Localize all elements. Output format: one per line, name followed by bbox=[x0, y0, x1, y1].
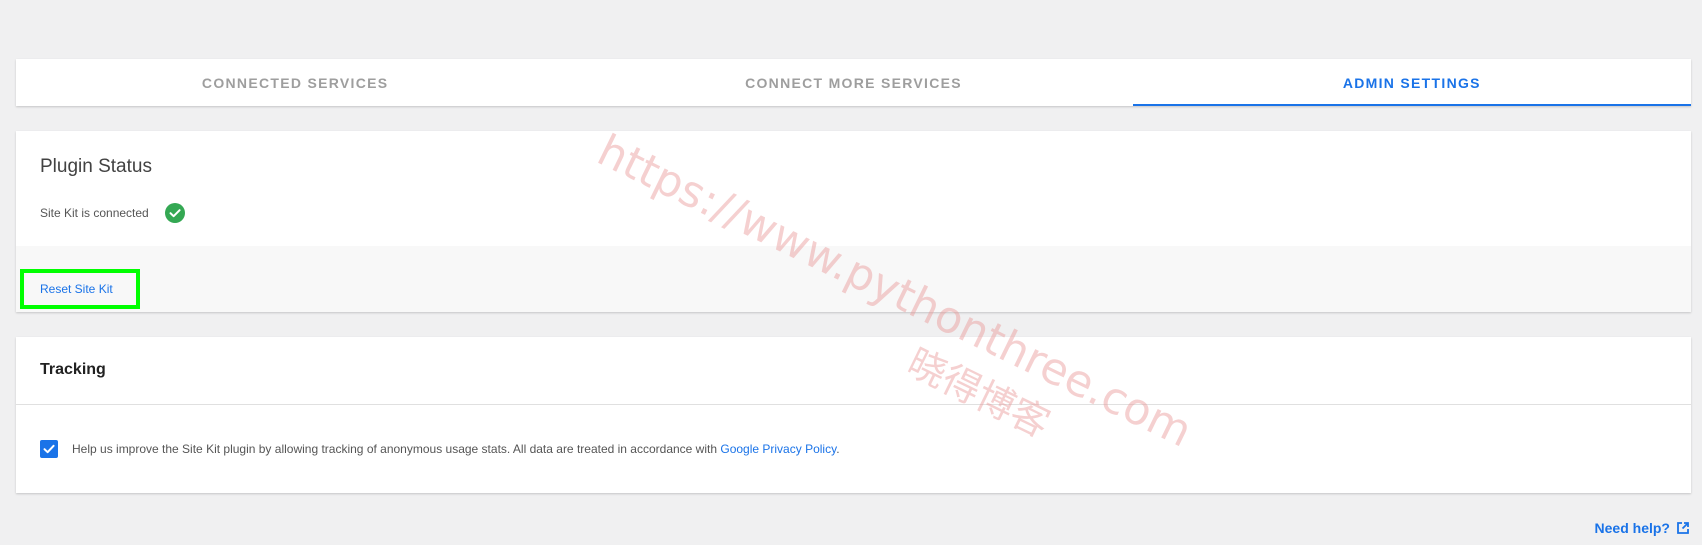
tracking-card: Tracking Help us improve the Site Kit pl… bbox=[16, 337, 1691, 493]
tracking-option: Help us improve the Site Kit plugin by a… bbox=[40, 440, 840, 458]
tracking-title: Tracking bbox=[40, 361, 106, 378]
reset-footer bbox=[16, 246, 1691, 312]
tracking-suffix: . bbox=[836, 442, 840, 456]
tab-label: ADMIN SETTINGS bbox=[1342, 74, 1481, 91]
tab-admin-settings[interactable]: ADMIN SETTINGS bbox=[1132, 59, 1692, 106]
need-help-label: Need help? bbox=[1594, 520, 1670, 536]
plugin-status-card: Plugin Status Site Kit is connected Rese… bbox=[16, 131, 1691, 312]
check-circle-icon bbox=[164, 203, 185, 223]
tracking-checkbox[interactable] bbox=[40, 440, 58, 458]
external-link-icon bbox=[1677, 522, 1689, 534]
connection-status-text: Site Kit is connected bbox=[40, 206, 149, 220]
tracking-divider bbox=[16, 404, 1691, 405]
tracking-description: Help us improve the Site Kit plugin by a… bbox=[72, 442, 840, 456]
tab-connect-more-services[interactable]: CONNECT MORE SERVICES bbox=[574, 59, 1132, 106]
plugin-status-title: Plugin Status bbox=[40, 156, 152, 177]
tracking-description-text: Help us improve the Site Kit plugin by a… bbox=[72, 442, 721, 456]
need-help-link[interactable]: Need help? bbox=[1595, 520, 1690, 536]
tab-connected-services[interactable]: CONNECTED SERVICES bbox=[16, 59, 574, 106]
reset-site-kit-button[interactable]: Reset Site Kit bbox=[20, 269, 140, 309]
reset-site-kit-label: Reset Site Kit bbox=[40, 282, 113, 296]
tab-label: CONNECT MORE SERVICES bbox=[745, 74, 962, 91]
connection-status: Site Kit is connected bbox=[40, 203, 185, 223]
tab-label: CONNECTED SERVICES bbox=[201, 74, 389, 91]
tab-bar: CONNECTED SERVICES CONNECT MORE SERVICES… bbox=[16, 59, 1692, 106]
checkmark-icon bbox=[43, 444, 55, 454]
google-privacy-policy-link[interactable]: Google Privacy Policy bbox=[720, 442, 836, 456]
